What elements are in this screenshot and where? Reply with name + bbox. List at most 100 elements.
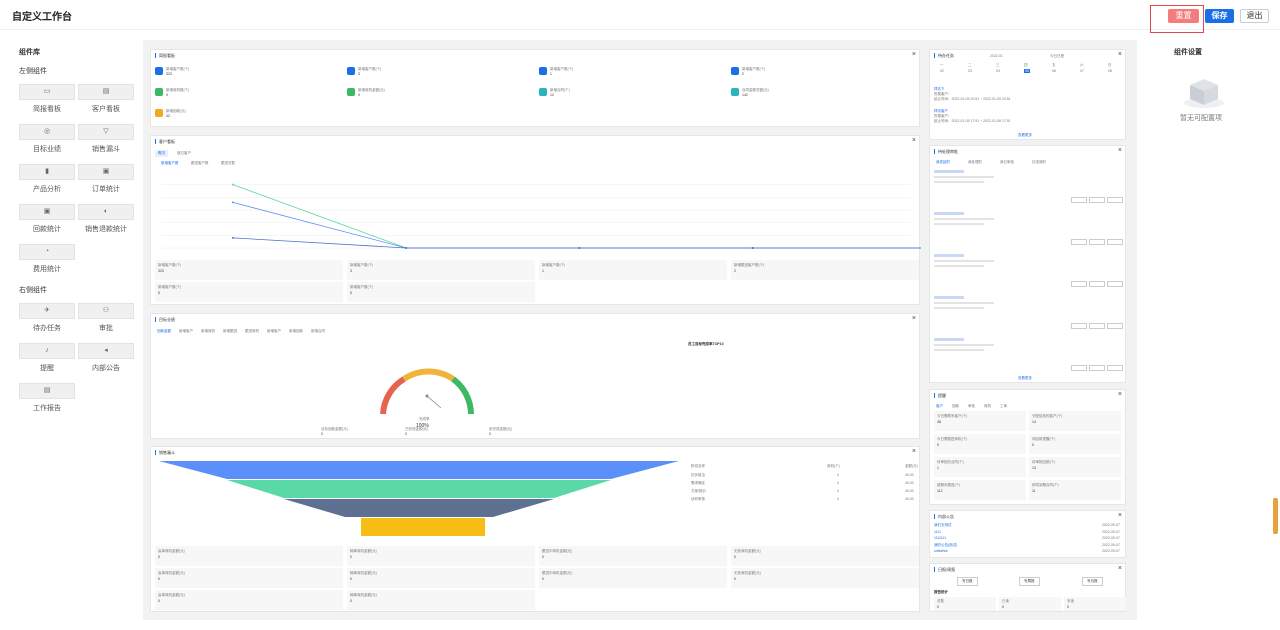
target-card[interactable]: 目标业绩 × 回款金额 新增客户 新增商机 新增跟进 跟进商机 新增客户 新增回款 新增合同 … xyxy=(150,313,920,439)
close-icon[interactable]: × xyxy=(1118,147,1122,154)
tab-item[interactable]: 新增跟进 xyxy=(223,329,237,334)
approval-action-button[interactable] xyxy=(1089,197,1105,203)
component-tile-2[interactable]: ▤ xyxy=(78,84,134,100)
approval-action-button[interactable] xyxy=(1071,323,1087,329)
approval-action-button[interactable] xyxy=(1107,239,1123,245)
save-button[interactable]: 保存 xyxy=(1205,9,1234,23)
todo-card[interactable]: 待办任务 × 2022-01 今日日程 一 02 二 03 三 04 四 05 五 06 六 07 日 0… xyxy=(929,49,1126,140)
approval-action-button[interactable] xyxy=(1071,365,1087,371)
close-icon[interactable]: × xyxy=(1118,512,1122,519)
calendar-day[interactable]: 08 xyxy=(1108,69,1112,73)
tab-item[interactable]: 回款金额 xyxy=(157,329,171,334)
report-section-title: 报告统计 xyxy=(934,590,948,594)
notice-title[interactable]: 1111 xyxy=(934,530,941,534)
component-tile-right-4[interactable]: ◂ xyxy=(78,343,134,359)
component-tile-7[interactable]: ▣ xyxy=(19,204,75,220)
remind-tab[interactable]: 回款 xyxy=(952,404,959,409)
month-label[interactable]: 2022-01 xyxy=(990,54,1003,58)
close-icon[interactable]: × xyxy=(1118,51,1122,58)
reset-button[interactable]: 重置 xyxy=(1168,9,1199,23)
approval-action-button[interactable] xyxy=(1071,239,1087,245)
tab-item[interactable]: 跟进商机 xyxy=(245,329,259,334)
component-tile-6[interactable]: ▣ xyxy=(78,164,134,180)
tab-forgotten[interactable]: 遗忘客户 xyxy=(177,151,191,156)
today-link[interactable]: 今日日程 xyxy=(1050,54,1064,59)
approval-tab[interactable]: 我已审批 xyxy=(1000,160,1014,165)
close-icon[interactable]: × xyxy=(1118,565,1122,572)
approval-action-button[interactable] xyxy=(1107,365,1123,371)
component-tile-4[interactable]: ▽ xyxy=(78,124,134,140)
briefing-card[interactable]: 简报看板 × 新增客户数(个) 323 新增客户数(个) 3 新增客户数(个) 1 新增客户… xyxy=(150,49,920,127)
component-tile-3[interactable]: ◎ xyxy=(19,124,75,140)
approval-action-button[interactable] xyxy=(1071,281,1087,287)
approval-item-title[interactable] xyxy=(934,254,964,257)
close-icon[interactable]: × xyxy=(912,51,916,58)
close-icon[interactable]: × xyxy=(1118,391,1122,398)
calendar-day[interactable]: 05 xyxy=(1024,69,1030,73)
stat-box: 未读 0 xyxy=(1064,597,1126,611)
close-icon[interactable]: × xyxy=(912,315,916,322)
more-link[interactable]: 查看更多 xyxy=(1018,133,1032,138)
weekday-label: 六 xyxy=(1080,63,1084,67)
component-tile-5[interactable]: ▮ xyxy=(19,164,75,180)
close-icon[interactable]: × xyxy=(912,137,916,144)
approval-action-button[interactable] xyxy=(1071,197,1087,203)
more-link[interactable]: 查看更多 xyxy=(1018,376,1032,381)
calendar-day[interactable]: 03 xyxy=(968,69,972,73)
tab-item[interactable]: 新增商机 xyxy=(201,329,215,334)
component-tile-right-3[interactable]: ♪ xyxy=(19,343,75,359)
tab-item[interactable]: 新增客户 xyxy=(179,329,193,334)
approval-action-button[interactable] xyxy=(1107,323,1123,329)
approval-action-button[interactable] xyxy=(1089,239,1105,245)
approval-action-button[interactable] xyxy=(1107,197,1123,203)
approval-item-title[interactable] xyxy=(934,296,964,299)
approval-item-line xyxy=(934,176,994,178)
approval-tab[interactable]: 我发起的 xyxy=(936,160,950,165)
notice-title[interactable]: 我的公告(测试) xyxy=(934,543,957,548)
approval-action-button[interactable] xyxy=(1089,323,1105,329)
weekday-label: 一 xyxy=(940,63,944,67)
funnel-card[interactable]: 销售漏斗 × 阶段名称 商机(个) 金额(元) 初步接洽 0 40.00 需求确定 0 40.0… xyxy=(150,446,920,612)
approval-action-button[interactable] xyxy=(1089,365,1105,371)
close-icon[interactable]: × xyxy=(912,448,916,455)
approval-item-title[interactable] xyxy=(934,170,964,173)
remind-tab[interactable]: 工单 xyxy=(1000,404,1007,409)
report-button[interactable]: 写月报 xyxy=(1082,577,1103,586)
notice-title[interactable]: sdfsdfsfs xyxy=(934,549,948,553)
component-tile-1[interactable]: ▭ xyxy=(19,84,75,100)
tab-item[interactable]: 新增客户 xyxy=(267,329,281,334)
exit-button[interactable]: 退出 xyxy=(1240,9,1269,23)
remind-tab[interactable]: 商机 xyxy=(984,404,991,409)
calendar-day[interactable]: 06 xyxy=(1052,69,1056,73)
remind-tab[interactable]: 客户 xyxy=(936,404,943,409)
notice-title[interactable]: 1111111 xyxy=(934,536,946,540)
remind-card[interactable]: 提醒 × 客户 回款 审批 商机 工单 今日需联系客户(个) 38 分配给我的客户(个) 14… xyxy=(929,389,1126,505)
customer-card[interactable]: 客户看板 × 概况 遗忘客户 新增客户数 跟进客户数 跟进次数 新增客户数(个)… xyxy=(150,135,921,305)
stat-box: 新增客户数(个) 323 xyxy=(155,260,343,280)
calendar-day[interactable]: 02 xyxy=(940,69,944,73)
approval-item-title[interactable] xyxy=(934,212,964,215)
approval-item-title[interactable] xyxy=(934,338,964,341)
report-button[interactable]: 写日报 xyxy=(957,577,978,586)
notice-title[interactable]: 我们去测试 xyxy=(934,523,952,528)
tab-item[interactable]: 新增合同 xyxy=(311,329,325,334)
component-tile-right-1[interactable]: ✈ xyxy=(19,303,75,319)
approval-tab[interactable]: 抄送我的 xyxy=(1032,160,1046,165)
approval-action-button[interactable] xyxy=(1089,281,1105,287)
component-tile-8[interactable]: ◐ xyxy=(78,204,134,220)
component-tile-right-5[interactable]: ▤ xyxy=(19,383,75,399)
tab-overview[interactable]: 概况 xyxy=(155,150,168,157)
report-card[interactable]: 日报/周报 × 写日报 写周报 写月报 报告统计 总数 0 已读 0 未读 0 xyxy=(929,563,1126,612)
component-tile-9[interactable]: ◔ xyxy=(19,244,75,260)
scrollbar[interactable] xyxy=(1273,498,1278,534)
remind-tab[interactable]: 审批 xyxy=(968,404,975,409)
tab-item[interactable]: 新增回款 xyxy=(289,329,303,334)
approval-action-button[interactable] xyxy=(1107,281,1123,287)
notice-card[interactable]: 内部公告 × 我们去测试 2022-09-07 1111 2022-09-07 1111… xyxy=(929,510,1126,558)
approval-tab[interactable]: 我处理的 xyxy=(968,160,982,165)
calendar-day[interactable]: 04 xyxy=(996,69,1000,73)
calendar-day[interactable]: 07 xyxy=(1080,69,1084,73)
report-button[interactable]: 写周报 xyxy=(1019,577,1040,586)
component-tile-right-2[interactable]: ⚇ xyxy=(78,303,134,319)
approval-card[interactable]: 待处理审批 × 我发起的 我处理的 我已审批 抄送我的 查看更多 xyxy=(929,145,1126,383)
